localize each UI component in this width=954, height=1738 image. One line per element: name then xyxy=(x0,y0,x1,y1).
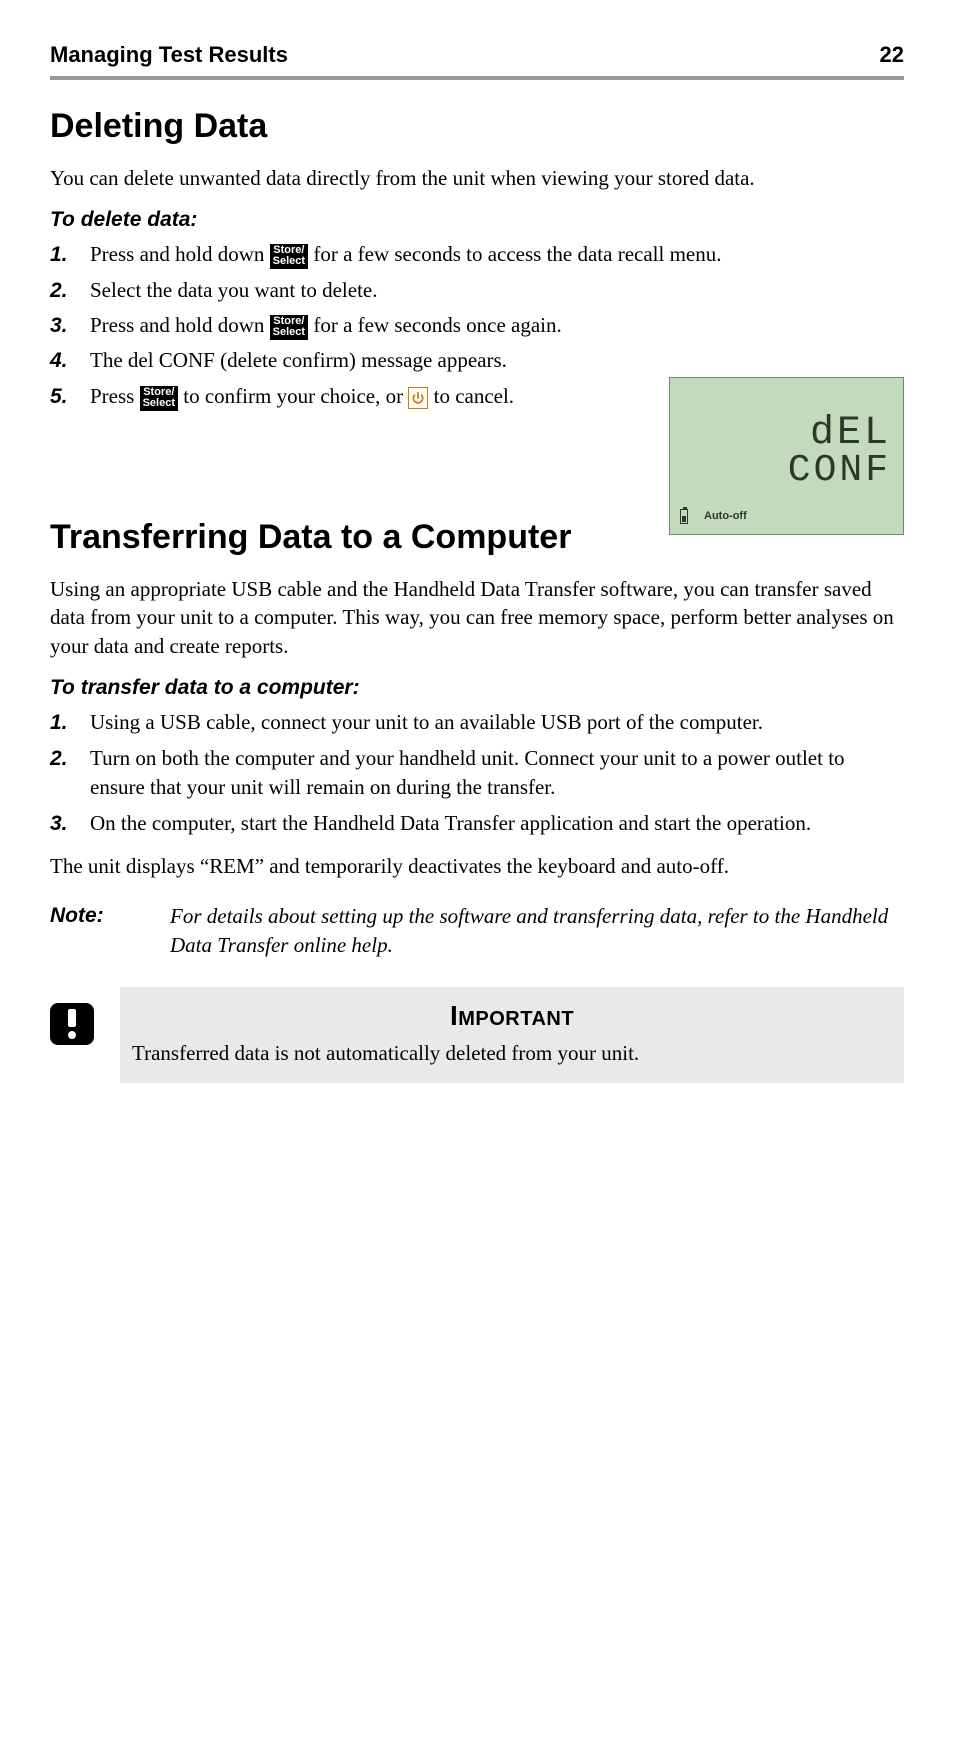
step-text: Turn on both the computer and your handh… xyxy=(90,746,845,799)
note-block: Note: For details about setting up the s… xyxy=(50,902,904,959)
step-number: 5. xyxy=(50,382,68,411)
important-text: Transferred data is not automatically de… xyxy=(132,1039,892,1067)
store-select-button-icon: Store/Select xyxy=(140,386,178,411)
note-body: For details about setting up the softwar… xyxy=(170,902,904,959)
step-number: 3. xyxy=(50,311,68,340)
step-text: to confirm your choice, or xyxy=(178,384,408,408)
t-step-3: 3. On the computer, start the Handheld D… xyxy=(50,809,904,838)
step-number: 1. xyxy=(50,240,68,269)
battery-icon xyxy=(680,509,688,524)
step-text: On the computer, start the Handheld Data… xyxy=(90,811,811,835)
step-text: Press xyxy=(90,384,140,408)
section2-intro: Using an appropriate USB cable and the H… xyxy=(50,575,904,660)
step-number: 4. xyxy=(50,346,68,375)
step-text: to cancel. xyxy=(428,384,514,408)
step-text: Select the data you want to delete. xyxy=(90,278,377,302)
power-icon xyxy=(408,387,428,409)
step-text: for a few seconds to access the data rec… xyxy=(308,242,721,266)
step-text: The del CONF (delete confirm) message ap… xyxy=(90,348,507,372)
step-3: 3. Press and hold down Store/Select for … xyxy=(50,311,904,340)
step-text: for a few seconds once again. xyxy=(308,313,562,337)
lcd-display: dEL CONF Auto-off xyxy=(669,377,904,535)
lcd-line-2: CONF xyxy=(680,452,891,490)
chapter-title: Managing Test Results xyxy=(50,40,288,70)
section2-closing: The unit displays “REM” and temporarily … xyxy=(50,852,904,880)
step-number: 3. xyxy=(50,809,68,838)
step-1: 1. Press and hold down Store/Select for … xyxy=(50,240,904,269)
exclamation-icon xyxy=(50,1003,94,1045)
t-step-2: 2. Turn on both the computer and your ha… xyxy=(50,744,904,803)
step-2: 2. Select the data you want to delete. xyxy=(50,276,904,305)
store-select-button-icon: Store/Select xyxy=(270,244,308,269)
store-select-button-icon: Store/Select xyxy=(270,315,308,340)
step-text: Using a USB cable, connect your unit to … xyxy=(90,710,763,734)
step-number: 2. xyxy=(50,744,68,773)
section-heading-deleting: Deleting Data xyxy=(50,104,904,150)
step-text: Press and hold down xyxy=(90,313,270,337)
important-title: Important xyxy=(132,997,892,1035)
section1-subhead: To delete data: xyxy=(50,206,904,234)
page-number: 22 xyxy=(880,40,904,70)
auto-off-label: Auto-off xyxy=(704,509,747,524)
important-block: Important Transferred data is not automa… xyxy=(50,987,904,1083)
section2-steps: 1. Using a USB cable, connect your unit … xyxy=(50,708,904,838)
section2-subhead: To transfer data to a computer: xyxy=(50,674,904,702)
lcd-line-1: dEL xyxy=(680,414,891,454)
step-text: Press and hold down xyxy=(90,242,270,266)
page-header: Managing Test Results 22 xyxy=(50,40,904,80)
step-4: 4. The del CONF (delete confirm) message… xyxy=(50,346,904,375)
section1-intro: You can delete unwanted data directly fr… xyxy=(50,164,904,192)
step-number: 2. xyxy=(50,276,68,305)
t-step-1: 1. Using a USB cable, connect your unit … xyxy=(50,708,904,737)
step-number: 1. xyxy=(50,708,68,737)
note-label: Note: xyxy=(50,902,170,959)
